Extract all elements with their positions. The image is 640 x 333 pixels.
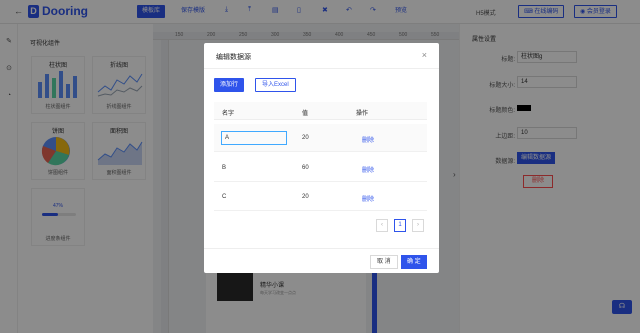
- column-header-name: 名字: [222, 111, 235, 117]
- modal-footer-divider: [204, 248, 439, 249]
- pager-next-button[interactable]: ›: [412, 219, 424, 232]
- row-value[interactable]: 60: [302, 165, 309, 171]
- modal-header-divider: [204, 68, 439, 69]
- column-header-value: 值: [302, 111, 309, 117]
- pager-page-button[interactable]: 1: [394, 219, 406, 232]
- edit-data-source-modal: 编辑数据源 × 添加行 导入Excel 名字 值 操作 A 20 删除 B 60…: [204, 43, 439, 273]
- row-value[interactable]: 20: [302, 194, 309, 200]
- row-delete-link[interactable]: 删除: [362, 165, 374, 174]
- column-header-action: 操作: [356, 111, 369, 117]
- import-excel-button[interactable]: 导入Excel: [255, 78, 296, 92]
- row-delete-link[interactable]: 删除: [362, 194, 374, 203]
- table-row: C 20 删除: [214, 183, 427, 211]
- modal-title: 编辑数据源: [216, 54, 251, 61]
- row-delete-link[interactable]: 删除: [362, 135, 374, 144]
- table-row: B 60 删除: [214, 154, 427, 182]
- row-name[interactable]: C: [222, 194, 226, 200]
- row-value[interactable]: 20: [302, 135, 309, 141]
- cancel-button[interactable]: 取 消: [370, 255, 398, 269]
- row-name[interactable]: B: [222, 165, 226, 171]
- close-icon[interactable]: ×: [422, 50, 427, 60]
- ok-button[interactable]: 确 定: [401, 255, 427, 269]
- row-name-input[interactable]: A: [221, 131, 287, 145]
- table-header: 名字 值 操作: [214, 102, 427, 120]
- pager-prev-button[interactable]: ‹: [376, 219, 388, 232]
- table-row: A 20 删除: [214, 124, 427, 152]
- add-row-button[interactable]: 添加行: [214, 78, 245, 92]
